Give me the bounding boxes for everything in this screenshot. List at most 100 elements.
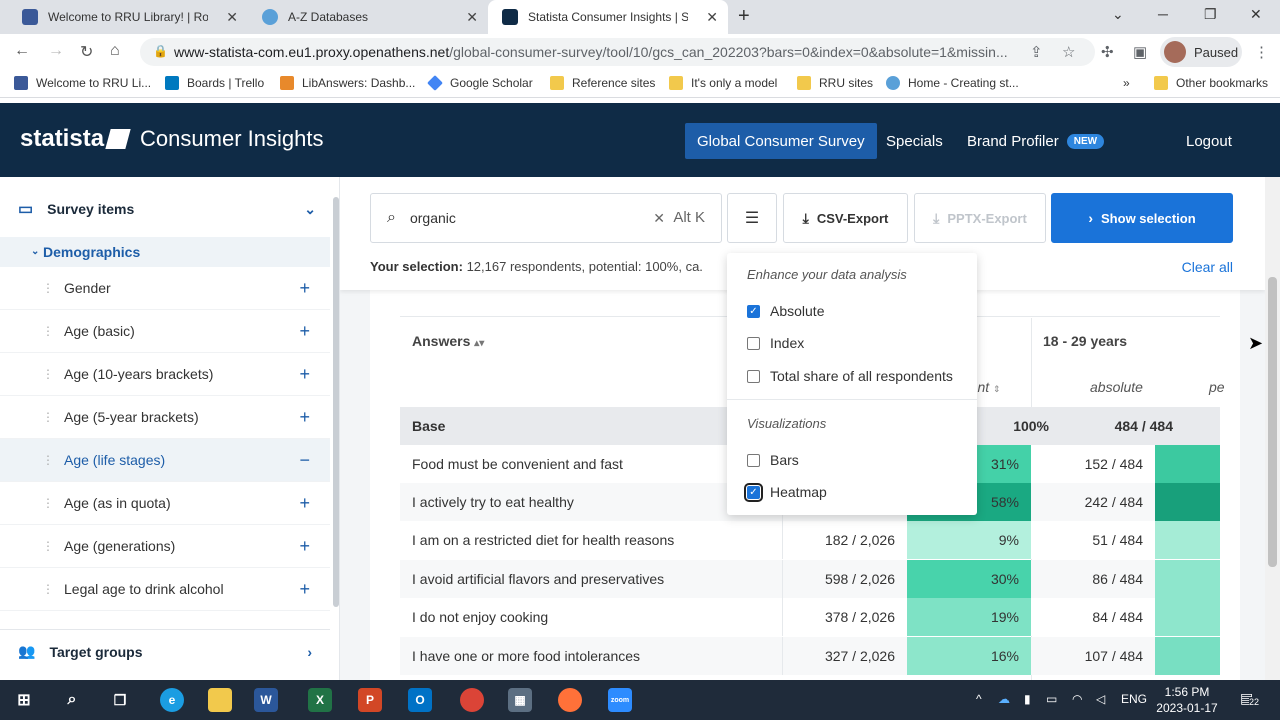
add-icon[interactable]: +: [299, 321, 310, 342]
drag-handle-icon[interactable]: ⋮: [42, 367, 54, 381]
sidebar-item-age-generations[interactable]: ⋮ Age (generations) +: [0, 525, 330, 568]
search-icon[interactable]: ⌕: [60, 688, 84, 712]
edge-icon[interactable]: e: [160, 688, 184, 712]
close-tab-icon[interactable]: ✕: [466, 9, 478, 26]
show-selection-button[interactable]: › Show selection: [1051, 193, 1233, 243]
option-heatmap[interactable]: ✓ Heatmap: [744, 482, 827, 502]
close-tab-icon[interactable]: ✕: [706, 9, 718, 26]
home-icon[interactable]: ⌂: [110, 42, 120, 60]
restore-icon[interactable]: ❐: [1204, 6, 1217, 23]
pptx-export-button[interactable]: ⤓ PPTX-Export: [914, 193, 1046, 243]
search-input[interactable]: ⌕ organic ✕ Alt K: [370, 193, 722, 243]
clear-search-icon[interactable]: ✕: [653, 210, 665, 227]
volume-icon[interactable]: ◁: [1096, 692, 1105, 706]
checkbox-checked-icon[interactable]: ✓: [747, 304, 760, 318]
reload-icon[interactable]: ↻: [80, 42, 93, 62]
side-panel-icon[interactable]: ▣: [1133, 43, 1147, 61]
statista-logo[interactable]: statista Consumer Insights: [20, 125, 323, 153]
new-tab-icon[interactable]: +: [738, 5, 750, 28]
calculator-icon[interactable]: ▦: [508, 688, 532, 712]
close-tab-icon[interactable]: ✕: [226, 9, 238, 26]
checkbox-icon[interactable]: [747, 336, 760, 350]
extensions-icon[interactable]: ✣: [1101, 43, 1114, 61]
clear-all-link[interactable]: Clear all: [1182, 259, 1233, 275]
sidebar-item-legal-age[interactable]: ⋮ Legal age to drink alcohol +: [0, 568, 330, 611]
file-explorer-icon[interactable]: [208, 688, 232, 712]
sidebar-item-gender[interactable]: ⋮ Gender +: [0, 267, 330, 310]
drag-handle-icon[interactable]: ⋮: [42, 453, 54, 467]
browser-tab-rru-library[interactable]: Welcome to RRU Library! | Royal ✕: [8, 0, 248, 34]
bookmark-folder[interactable]: RRU sites: [797, 76, 873, 90]
checkbox-checked-icon[interactable]: ✓: [744, 482, 763, 502]
sidebar-item-age-life-stages[interactable]: ⋮ Age (life stages) −: [0, 439, 330, 482]
nav-specials[interactable]: Specials: [886, 123, 943, 159]
checkbox-icon[interactable]: [747, 453, 760, 467]
checkbox-icon[interactable]: [747, 369, 760, 383]
add-icon[interactable]: +: [299, 536, 310, 557]
word-icon[interactable]: W: [254, 688, 278, 712]
option-absolute[interactable]: ✓ Absolute: [747, 303, 824, 319]
excel-icon[interactable]: X: [308, 688, 332, 712]
more-bookmarks-icon[interactable]: »: [1123, 76, 1130, 90]
category-demographics[interactable]: ⌄ Demographics: [0, 237, 330, 267]
nav-brand-profiler[interactable]: Brand Profiler NEW: [967, 123, 1105, 159]
drag-handle-icon[interactable]: ⋮: [42, 410, 54, 424]
bookmark-item[interactable]: Welcome to RRU Li...: [14, 76, 151, 90]
drag-handle-icon[interactable]: ⋮: [42, 539, 54, 553]
tab-search-icon[interactable]: ⌄: [1112, 6, 1124, 23]
bookmark-item[interactable]: Home - Creating st...: [886, 76, 1019, 90]
menu-icon[interactable]: ⋮: [1254, 43, 1269, 61]
close-window-icon[interactable]: ✕: [1250, 6, 1262, 23]
windows-start-icon[interactable]: ⊞: [12, 688, 36, 712]
drag-handle-icon[interactable]: ⋮: [42, 324, 54, 338]
sidebar-item-age-basic[interactable]: ⋮ Age (basic) +: [0, 310, 330, 353]
option-bars[interactable]: Bars: [747, 452, 799, 468]
remove-icon[interactable]: −: [299, 450, 310, 471]
chevron-down-icon[interactable]: ⌄: [304, 201, 316, 218]
target-groups-header[interactable]: 👥 Target groups ›: [0, 629, 330, 673]
powerpoint-icon[interactable]: P: [358, 688, 382, 712]
bookmark-item[interactable]: Boards | Trello: [165, 76, 264, 90]
share-icon[interactable]: ⇪: [1030, 43, 1043, 61]
add-icon[interactable]: +: [299, 364, 310, 385]
option-index[interactable]: Index: [747, 335, 804, 351]
forward-icon[interactable]: →: [48, 42, 64, 60]
nav-global-consumer-survey[interactable]: Global Consumer Survey: [685, 123, 877, 159]
bookmark-item[interactable]: LibAnswers: Dashb...: [280, 76, 415, 90]
scrollbar-thumb[interactable]: [1268, 277, 1277, 567]
bookmark-star-icon[interactable]: ☆: [1062, 43, 1075, 61]
add-icon[interactable]: +: [299, 493, 310, 514]
option-total-share[interactable]: Total share of all respondents: [747, 368, 953, 384]
sidebar-item-age-5yr[interactable]: ⋮ Age (5-year brackets) +: [0, 396, 330, 439]
firefox-icon[interactable]: [558, 688, 582, 712]
answers-column-header[interactable]: Answers ▴▾: [412, 333, 484, 349]
drag-handle-icon[interactable]: ⋮: [42, 281, 54, 295]
page-scrollbar[interactable]: [1265, 177, 1280, 680]
clock[interactable]: 1:56 PM 2023-01-17: [1152, 684, 1222, 716]
logout-link[interactable]: Logout: [1186, 123, 1232, 159]
address-bar[interactable]: 🔒 www-statista-com.eu1.proxy.openathens.…: [140, 38, 1095, 66]
language-indicator[interactable]: ENG: [1121, 692, 1147, 706]
usb-icon[interactable]: ▮: [1024, 692, 1031, 706]
drag-handle-icon[interactable]: ⋮: [42, 582, 54, 596]
browser-tab-statista[interactable]: Statista Consumer Insights | Stati ✕: [488, 0, 728, 34]
bookmark-folder[interactable]: Reference sites: [550, 76, 655, 90]
drag-handle-icon[interactable]: ⋮: [42, 496, 54, 510]
sort-icon[interactable]: ▴▾: [474, 338, 484, 349]
settings-sliders-button[interactable]: ☰: [727, 193, 777, 243]
bookmark-item[interactable]: Google Scholar: [427, 75, 533, 91]
back-icon[interactable]: ←: [14, 42, 30, 60]
task-view-icon[interactable]: ❐: [108, 688, 132, 712]
browser-tab-az-databases[interactable]: A-Z Databases ✕: [248, 0, 488, 34]
outlook-icon[interactable]: O: [408, 688, 432, 712]
survey-items-header[interactable]: ▭ Survey items ⌄: [0, 189, 330, 229]
sidebar-item-age-10yr[interactable]: ⋮ Age (10-years brackets) +: [0, 353, 330, 396]
onedrive-icon[interactable]: ☁: [998, 692, 1010, 706]
battery-icon[interactable]: ▭: [1046, 692, 1057, 706]
add-icon[interactable]: +: [299, 407, 310, 428]
add-icon[interactable]: +: [299, 278, 310, 299]
bookmark-folder[interactable]: It's only a model: [669, 76, 777, 90]
wifi-icon[interactable]: ◠: [1072, 692, 1082, 706]
chevron-right-icon[interactable]: ›: [307, 644, 312, 660]
add-icon[interactable]: +: [299, 579, 310, 600]
